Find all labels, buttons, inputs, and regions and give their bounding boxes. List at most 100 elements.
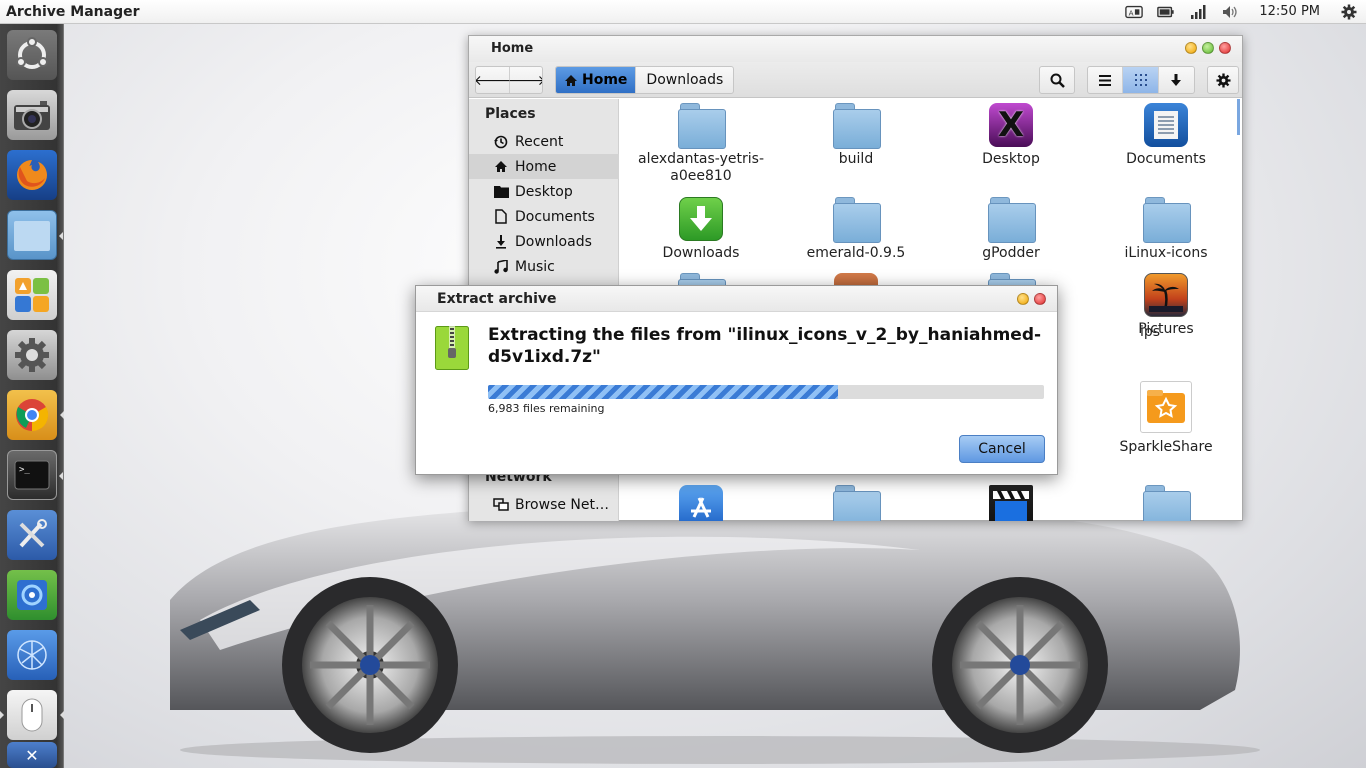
- file-label: Documents: [1126, 151, 1206, 167]
- network-signal-icon[interactable]: [1189, 3, 1207, 21]
- file-label: emerald-0.9.5: [806, 245, 906, 261]
- sidebar-item-recent[interactable]: Recent: [469, 129, 619, 154]
- mouse-icon: [21, 698, 43, 732]
- search-button[interactable]: [1040, 67, 1074, 93]
- minimize-button[interactable]: [1185, 42, 1197, 54]
- launcher-item-dash[interactable]: [7, 30, 57, 80]
- pictures-palm-icon: [1144, 273, 1188, 317]
- sidebar-item-label: Documents: [515, 208, 595, 225]
- sparkleshare-star-folder-icon: [1140, 381, 1192, 433]
- folder-icon: [14, 221, 50, 251]
- cancel-button[interactable]: Cancel: [959, 435, 1045, 463]
- folder-icon: [833, 485, 881, 521]
- file-item-videos[interactable]: [936, 485, 1086, 521]
- view-buttons: [1087, 66, 1195, 94]
- launcher-item-network[interactable]: [7, 630, 57, 680]
- forward-button[interactable]: 🡒: [508, 67, 543, 93]
- sidebar-item-label: Browse Net…: [515, 496, 610, 513]
- grid-view-button[interactable]: [1123, 67, 1159, 93]
- gear-icon: [1215, 72, 1231, 88]
- settings-button[interactable]: [1208, 67, 1238, 93]
- breadcrumb-home[interactable]: Home: [556, 67, 637, 93]
- window-title: Home: [491, 41, 534, 56]
- gear-icon[interactable]: [1340, 3, 1358, 21]
- back-button[interactable]: 🡐: [475, 67, 512, 93]
- sidebar-item-browse-network[interactable]: Browse Net…: [469, 492, 619, 517]
- places-heading: Places: [485, 106, 536, 122]
- file-label: gPodder: [982, 245, 1040, 261]
- close-button[interactable]: [1034, 293, 1046, 305]
- volume-icon[interactable]: [1221, 3, 1239, 21]
- sidebar-item-home[interactable]: Home: [469, 154, 619, 179]
- file-item-emerald[interactable]: emerald-0.9.5: [781, 197, 931, 262]
- launcher-item-system-settings[interactable]: [7, 330, 57, 380]
- file-item-ilinux-icons[interactable]: iLinux-icons: [1091, 197, 1241, 262]
- firefox-icon: [17, 160, 47, 190]
- file-label: iLinux-icons: [1124, 245, 1208, 261]
- file-label: Pictures: [1138, 321, 1194, 337]
- file-item-app-store[interactable]: [626, 485, 776, 521]
- wallpaper-car-image: [170, 480, 1260, 764]
- sidebar-item-desktop[interactable]: Desktop: [469, 179, 619, 204]
- sidebar-item-label: Desktop: [515, 183, 573, 200]
- chrome-icon: [16, 399, 49, 432]
- list-icon: [1099, 74, 1112, 86]
- file-item-downloads[interactable]: Downloads: [626, 197, 776, 262]
- close-button[interactable]: [1219, 42, 1231, 54]
- sidebar-item-music[interactable]: Music: [469, 254, 619, 279]
- launcher-item-chrome[interactable]: [7, 390, 64, 440]
- launcher: >_ ✕: [0, 24, 64, 768]
- menu-group: [1207, 66, 1239, 94]
- file-item-pictures[interactable]: Pictures: [1091, 273, 1241, 338]
- arrow-right-icon: 🡒: [508, 72, 543, 89]
- launcher-item-tools[interactable]: [7, 510, 57, 560]
- file-item-build[interactable]: build: [781, 103, 931, 168]
- battery-icon[interactable]: [1157, 3, 1175, 21]
- sidebar-item-downloads[interactable]: Downloads: [469, 229, 619, 254]
- downloads-icon: [493, 234, 509, 250]
- launcher-item-mouse[interactable]: [0, 690, 64, 740]
- launcher-item-app-center[interactable]: [7, 270, 57, 320]
- dialog-window-controls: [1017, 293, 1046, 305]
- breadcrumb-downloads[interactable]: Downloads: [636, 67, 733, 93]
- indicator-area: A 12:50 PM: [1125, 3, 1360, 21]
- files-remaining-label: 6,983 files remaining: [488, 402, 605, 415]
- file-item-alexdantas[interactable]: alexdantas-yetris-a0ee810: [626, 103, 776, 185]
- launcher-item-firefox[interactable]: [7, 150, 57, 200]
- extract-archive-dialog: Extract archive Extracting the files fro…: [415, 285, 1058, 475]
- folder-icon: [1143, 485, 1191, 521]
- clock[interactable]: 12:50 PM: [1253, 3, 1326, 21]
- file-manager-titlebar[interactable]: Home: [469, 36, 1242, 62]
- view-options-button[interactable]: [1159, 67, 1194, 93]
- launcher-item-camera[interactable]: [7, 90, 57, 140]
- dialog-title: Extract archive: [437, 291, 557, 307]
- launcher-item-files[interactable]: [7, 210, 63, 260]
- svg-text:>_: >_: [19, 465, 30, 475]
- dialog-titlebar[interactable]: Extract archive: [416, 286, 1057, 312]
- keyboard-layout-icon[interactable]: A: [1125, 3, 1144, 21]
- maximize-button[interactable]: [1202, 42, 1214, 54]
- file-item-folder-bottom-1[interactable]: [781, 485, 931, 521]
- file-label: SparkleShare: [1119, 439, 1213, 455]
- file-item-documents[interactable]: Documents: [1091, 103, 1241, 168]
- file-item-gpodder[interactable]: gPodder: [936, 197, 1086, 262]
- top-panel: Archive Manager A 12:50 PM: [0, 0, 1366, 24]
- app-store-icon: [679, 485, 723, 521]
- file-item-sparkleshare[interactable]: SparkleShare: [1091, 381, 1241, 456]
- minimize-button[interactable]: [1017, 293, 1029, 305]
- sidebar-item-documents[interactable]: Documents: [469, 204, 619, 229]
- list-view-button[interactable]: [1088, 67, 1124, 93]
- active-app-title: Archive Manager: [6, 3, 140, 20]
- search-icon: [1050, 73, 1065, 88]
- launcher-item-terminal[interactable]: >_: [7, 450, 63, 500]
- app-grid-icon: [15, 278, 49, 312]
- launcher-item-screenshot[interactable]: [7, 570, 57, 620]
- folder-icon: [1143, 197, 1191, 243]
- desktop-x-icon: X: [989, 103, 1033, 147]
- file-label: alexdantas-yetris-a0ee810: [637, 151, 764, 184]
- launcher-item-apps[interactable]: ✕: [7, 742, 57, 768]
- arrow-left-icon: 🡐: [475, 72, 512, 89]
- file-item-folder-bottom-2[interactable]: [1091, 485, 1241, 521]
- ubuntu-logo-icon: [16, 37, 48, 69]
- file-item-desktop[interactable]: X Desktop: [936, 103, 1086, 168]
